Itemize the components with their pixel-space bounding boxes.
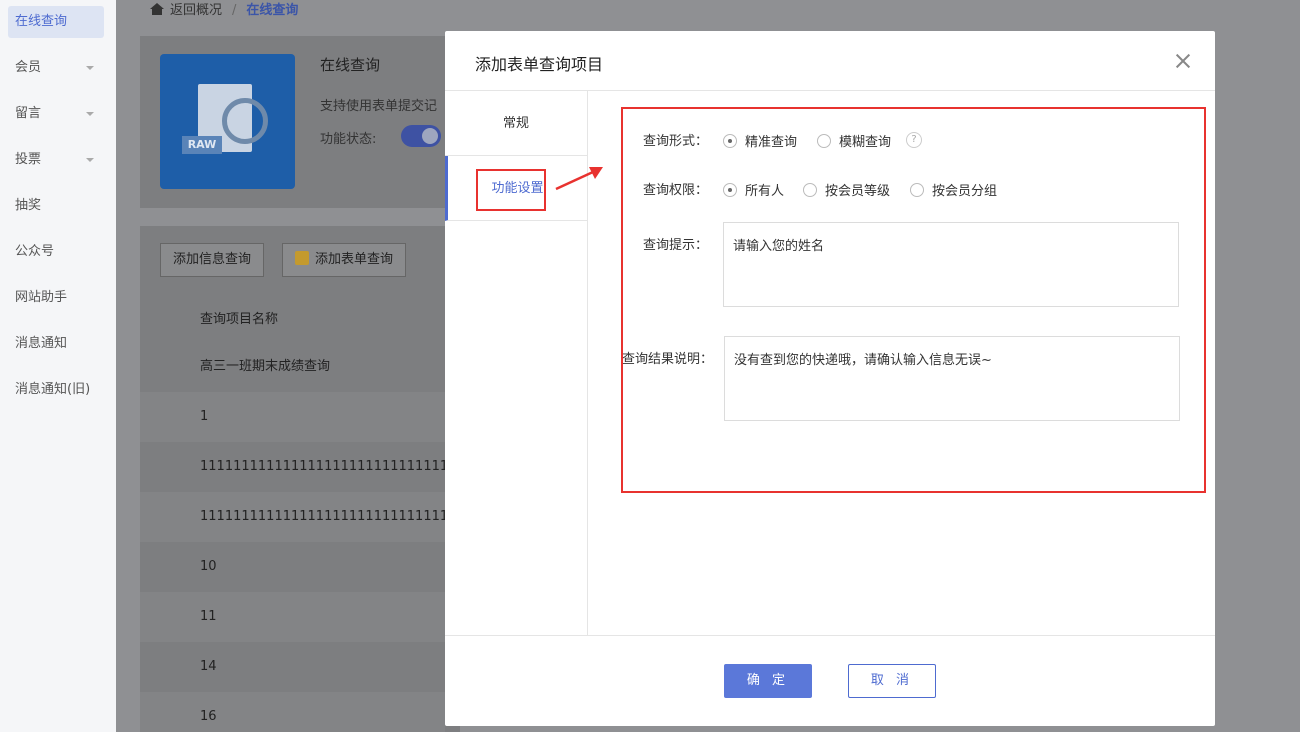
raw-badge: RAW	[182, 136, 222, 154]
add-form-query-button[interactable]: 添加表单查询	[282, 243, 407, 277]
sidebar-item-label: 在线查询	[15, 14, 68, 29]
table-row[interactable]: 10	[140, 542, 445, 592]
sidebar-item-label: 留言	[15, 106, 42, 121]
breadcrumb-current: 在线查询	[246, 3, 299, 18]
sidebar-item-label: 会员	[15, 60, 42, 75]
cancel-button[interactable]: 取 消	[848, 664, 936, 698]
add-form-query-label: 添加表单查询	[315, 252, 394, 267]
chevron-down-icon	[86, 158, 94, 162]
table-row[interactable]: 16	[140, 692, 445, 732]
close-icon[interactable]	[1173, 51, 1193, 71]
app-description: 支持使用表单提交记	[320, 99, 438, 114]
feature-status-label: 功能状态:	[320, 132, 377, 147]
sidebar: 在线查询 会员 留言 投票 抽奖 公众号 网站助手 消息通知 消息通知(旧)	[0, 0, 116, 732]
sidebar-item-notification[interactable]: 消息通知	[8, 328, 104, 360]
chevron-down-icon	[86, 112, 94, 116]
divider	[445, 635, 1215, 636]
app-title: 在线查询	[320, 56, 381, 74]
sidebar-item-label: 消息通知	[15, 336, 68, 351]
tab-general[interactable]: 常规	[445, 91, 587, 156]
breadcrumb-separator: /	[232, 3, 237, 18]
online-query-app-icon: RAW	[160, 54, 295, 189]
sidebar-item-label: 公众号	[15, 244, 55, 259]
sidebar-item-member[interactable]: 会员	[8, 52, 104, 84]
magnifier-icon	[222, 98, 268, 144]
table-row[interactable]: 1111111111111111111111111111111111	[140, 442, 445, 492]
table-row[interactable]: 11	[140, 592, 445, 642]
sidebar-item-label: 抽奖	[15, 198, 42, 213]
sidebar-item-lottery[interactable]: 抽奖	[8, 190, 104, 222]
feature-status-toggle[interactable]	[401, 125, 441, 147]
sidebar-item-label: 网站助手	[15, 290, 68, 305]
column-header-query-name: 查询项目名称	[200, 312, 279, 327]
breadcrumb-back-link[interactable]: 返回概况	[170, 3, 222, 18]
sidebar-item-label: 投票	[15, 152, 42, 167]
sidebar-item-label: 消息通知(旧)	[15, 382, 91, 397]
add-info-query-button[interactable]: 添加信息查询	[160, 243, 265, 277]
sidebar-item-message[interactable]: 留言	[8, 98, 104, 130]
form-icon	[295, 251, 309, 265]
sidebar-item-vote[interactable]: 投票	[8, 144, 104, 176]
chevron-down-icon	[86, 66, 94, 70]
annotation-box-form	[621, 107, 1206, 493]
table-row[interactable]: 高三一班期末成绩查询	[140, 342, 445, 392]
table-row[interactable]: 1	[140, 392, 445, 442]
sidebar-item-site-assistant[interactable]: 网站助手	[8, 282, 104, 314]
table-row[interactable]: 1111111111111111111111111111111111	[140, 492, 445, 542]
home-icon	[150, 3, 164, 15]
table-row[interactable]: 14	[140, 642, 445, 692]
confirm-button[interactable]: 确 定	[724, 664, 812, 698]
breadcrumb: 返回概况 / 在线查询	[150, 2, 298, 20]
sidebar-item-online-query[interactable]: 在线查询	[8, 6, 104, 38]
annotation-arrow-icon	[555, 167, 603, 191]
annotation-box-tab	[476, 169, 546, 211]
sidebar-item-notification-old[interactable]: 消息通知(旧)	[8, 374, 104, 406]
dialog-title: 添加表单查询项目	[475, 55, 604, 74]
sidebar-item-official-account[interactable]: 公众号	[8, 236, 104, 268]
